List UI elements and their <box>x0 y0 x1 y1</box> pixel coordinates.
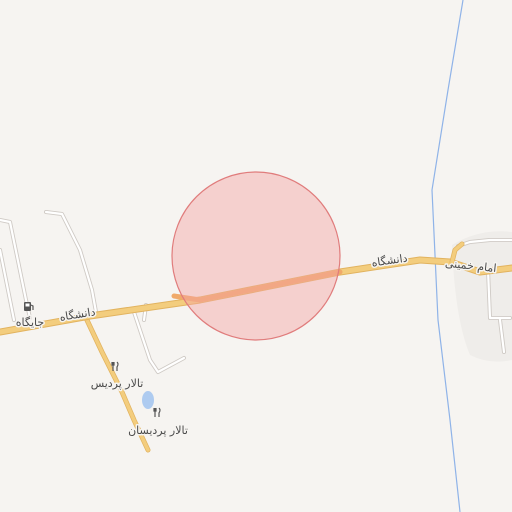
gas-station-label: جایگاه <box>16 316 44 329</box>
hall-1-label: تالار پردیس <box>91 377 144 390</box>
hall-2-label: تالار پردیسان <box>128 424 188 437</box>
map-canvas[interactable]: دانشگاه دانشگاه امام خمینی جایگاه تالار … <box>0 0 512 512</box>
location-radius-circle[interactable] <box>171 171 341 341</box>
pond-icon <box>142 391 154 409</box>
